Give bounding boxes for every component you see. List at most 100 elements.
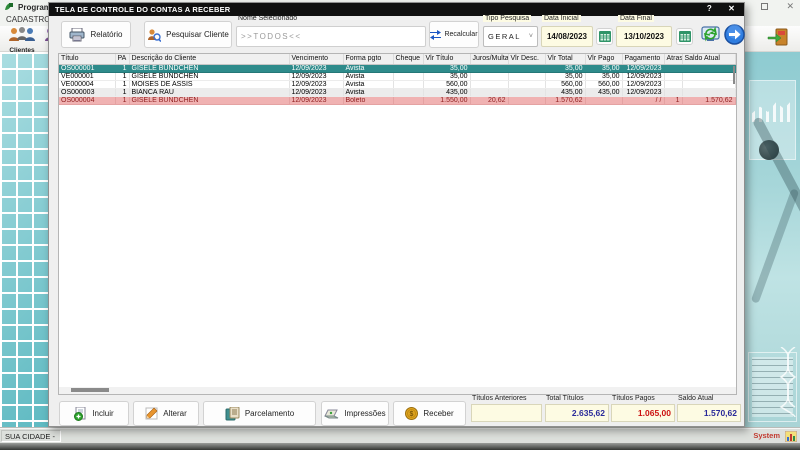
table-cell: OS000003	[59, 88, 115, 96]
table-cell: Avista	[343, 72, 393, 80]
table-cell: 35,00	[545, 72, 585, 80]
table-cell	[682, 88, 735, 96]
data-inicial-calendar-button[interactable]	[596, 28, 613, 45]
sync-screen-icon	[701, 26, 720, 43]
nome-selecionado-input[interactable]: >>TODOS<<	[236, 26, 426, 47]
horizontal-scrollbar[interactable]	[59, 387, 736, 394]
swap-arrows-icon	[430, 30, 441, 40]
pesquisar-cliente-button[interactable]: Pesquisar Cliente	[144, 21, 232, 48]
app-close-icon[interactable]: ✕	[786, 2, 794, 11]
help-icon[interactable]: ?	[707, 4, 712, 13]
table-row[interactable]: OS0000041GISELE BÜNDCHEN12/09/2023Boleto…	[59, 96, 735, 104]
table-header-row: TítuloPADescrição do ClienteVencimentoFo…	[59, 54, 735, 64]
pesquisar-cliente-label: Pesquisar Cliente	[166, 30, 229, 39]
data-final-label: Data Final	[618, 15, 654, 22]
go-button[interactable]	[723, 23, 745, 46]
alterar-button[interactable]: Alterar	[133, 401, 199, 426]
table-cell: VE000001	[59, 72, 115, 80]
impressoes-button[interactable]: Impressões	[321, 401, 389, 426]
toolbar-exit-button[interactable]	[760, 27, 796, 52]
table-cell: / /	[622, 96, 664, 104]
column-header[interactable]: Juros/Multa	[470, 54, 508, 64]
table-row[interactable]: VE0000041MOISES DE ASSIS12/09/2023Avista…	[59, 80, 735, 88]
refresh-screen-button[interactable]	[700, 23, 721, 46]
table-cell: 35,00	[585, 64, 622, 72]
table-row[interactable]: OS0000011GISELE BÜNDCHEN12/09/2023Avista…	[59, 64, 735, 72]
table-cell	[393, 96, 423, 104]
relatorio-button[interactable]: Relatório	[61, 21, 131, 48]
table-cell: 35,00	[545, 64, 585, 72]
calendar-icon	[679, 31, 691, 42]
people-group-icon	[7, 27, 37, 43]
data-inicial-value: 14/08/2023	[547, 32, 587, 41]
parcelamento-button[interactable]: Parcelamento	[203, 401, 316, 426]
recalcular-button[interactable]: Recalcular	[429, 21, 479, 48]
table-cell: 1	[115, 96, 129, 104]
column-header[interactable]: Descrição do Cliente	[129, 54, 289, 64]
column-header[interactable]: Vencimento	[289, 54, 343, 64]
table-cell	[664, 80, 682, 88]
restore-icon[interactable]	[761, 3, 768, 10]
table-cell: 12/09/2023	[289, 88, 343, 96]
tipo-pesquisa-select[interactable]: GERAL ˅	[483, 26, 538, 47]
column-header[interactable]: Vlr Total	[545, 54, 585, 64]
status-city: SUA CIDADE -	[1, 430, 61, 442]
coin-icon: $	[405, 407, 418, 420]
receber-button[interactable]: $ Receber	[393, 401, 466, 426]
tipo-pesquisa-value: GERAL	[488, 32, 521, 41]
column-header[interactable]: Vlr Desc.	[508, 54, 545, 64]
status-system: System	[753, 431, 780, 440]
parcelamento-label: Parcelamento	[245, 409, 294, 418]
alterar-label: Alterar	[163, 409, 187, 418]
table-cell	[470, 64, 508, 72]
table-cell: 35,00	[423, 64, 470, 72]
column-header[interactable]: Forma pgto	[343, 54, 393, 64]
incluir-button[interactable]: Incluir	[59, 401, 129, 426]
screen: Programa G ✕ CADASTROS Clientes For	[0, 0, 800, 450]
titulos-anteriores-value	[471, 404, 542, 422]
table-cell: 1.570,62	[545, 96, 585, 104]
dna-icon	[777, 347, 799, 417]
table-cell	[508, 96, 545, 104]
data-final-calendar-button[interactable]	[676, 28, 693, 45]
column-header[interactable]: Cheque	[393, 54, 423, 64]
table-cell: Avista	[343, 80, 393, 88]
titulos-pagos-label: Títulos Pagos	[612, 395, 655, 402]
vertical-scrollbar[interactable]	[733, 66, 735, 84]
column-header[interactable]: Atraso	[664, 54, 682, 64]
table-cell: MOISES DE ASSIS	[129, 80, 289, 88]
column-header[interactable]: Vlr Título	[423, 54, 470, 64]
arrow-right-icon	[724, 24, 745, 45]
table-cell: GISELE BÜNDCHEN	[129, 96, 289, 104]
table-cell: 560,00	[423, 80, 470, 88]
column-header[interactable]: Título	[59, 54, 115, 64]
table-row[interactable]: OS0000031BIANCA RAU12/09/2023Avista435,0…	[59, 88, 735, 96]
calendar-icon	[599, 31, 611, 42]
total-titulos-label: Total Títulos	[546, 395, 584, 402]
column-header[interactable]: Pagamento	[622, 54, 664, 64]
data-final-input[interactable]: 13/10/2023	[616, 26, 672, 47]
receivables-grid: TítuloPADescrição do ClienteVencimentoFo…	[58, 53, 737, 395]
table-cell: 1	[115, 88, 129, 96]
table-cell: 12/09/2023	[289, 80, 343, 88]
table-cell: 35,00	[585, 72, 622, 80]
installments-book-icon	[225, 407, 240, 421]
table-row[interactable]: VE0000011GISELE BÜNDCHEN12/09/2023Avista…	[59, 72, 735, 80]
table-cell: 12/09/2023	[622, 80, 664, 88]
table-cell	[508, 64, 545, 72]
data-inicial-input[interactable]: 14/08/2023	[541, 26, 593, 47]
close-icon[interactable]: ✕	[728, 4, 735, 13]
data-final-value: 13/10/2023	[624, 32, 664, 41]
table-cell	[393, 88, 423, 96]
dialog-title: TELA DE CONTROLE DO CONTAS A RECEBER	[55, 5, 230, 14]
column-header[interactable]: Saldo Atual	[682, 54, 735, 64]
titulos-pagos-value: 1.065,00	[611, 404, 675, 422]
printer-icon	[324, 408, 339, 420]
table-cell: 1	[115, 80, 129, 88]
table-cell	[585, 96, 622, 104]
column-header[interactable]: Vlr Pago	[585, 54, 622, 64]
table-cell	[393, 64, 423, 72]
column-header[interactable]: PA	[115, 54, 129, 64]
table-cell	[508, 72, 545, 80]
toolbar-clientes-button[interactable]: Clientes	[4, 27, 40, 54]
